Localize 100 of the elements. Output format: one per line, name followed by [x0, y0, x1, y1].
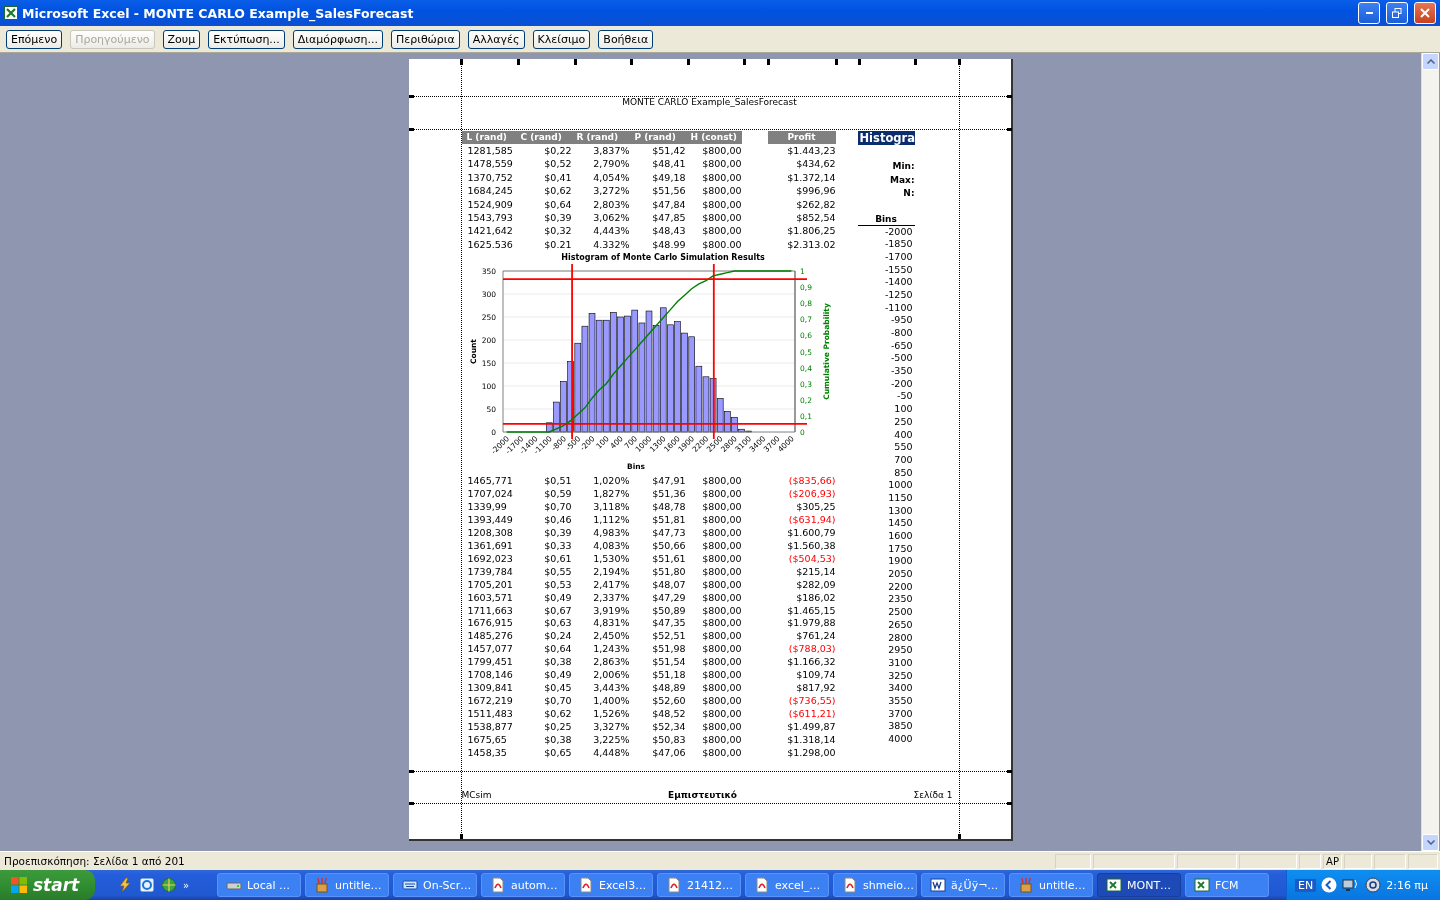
table-cell-text: $761,24 [795, 630, 836, 644]
table-cell-text: 3,919% [592, 604, 630, 618]
table-cell-text: -1400 [883, 276, 914, 289]
table-cell-text: $52,34 [651, 720, 686, 734]
table-cell-text: 2200 [887, 580, 914, 594]
page-footer: MCsim [461, 790, 492, 800]
table-cell-text: 3,837% [592, 144, 630, 158]
table-cell-text: $48,78 [651, 501, 686, 514]
page-footer: Σελίδα 1 [913, 790, 953, 800]
table-cell-text: $800,00 [701, 197, 742, 211]
table-cell-text: $51,18 [651, 669, 686, 683]
table-cell-text: 4,448% [592, 746, 630, 760]
table-cell-text: $800,00 [701, 210, 742, 225]
table-cell-text: $51,54 [651, 656, 686, 670]
table-cell-text: $1.318,14 [786, 733, 836, 747]
table-cell-text: 1150 [887, 491, 914, 505]
table-cell-text: 2,790% [592, 157, 630, 171]
table-cell-text: 1799,451 [466, 656, 514, 670]
table-cell-text: $50,89 [651, 604, 686, 618]
table-cell-text: 2,337% [592, 591, 630, 605]
table-cell-text: $51,42 [651, 144, 686, 158]
column-header: P (rand) [629, 131, 686, 144]
table-cell-text: 1672,219 [466, 695, 514, 708]
table-cell-text: $0,38 [543, 733, 572, 747]
table-cell-text: $817,92 [795, 682, 836, 696]
page-header: MONTE CARLO Example_SalesForecast [622, 97, 797, 107]
table-cell-text: $800,00 [701, 184, 742, 198]
table-cell-text: 1,827% [592, 488, 630, 501]
window-title: Microsoft Excel - MONTE CARLO Example_SalesForecast [22, 5, 415, 21]
table-cell-text: $0,41 [543, 170, 572, 185]
table-cell-text: $50,66 [651, 539, 686, 553]
table-cell-text: 1370,752 [466, 170, 514, 185]
table-cell-text: $0,62 [543, 184, 572, 198]
table-cell-text: -350 [889, 365, 914, 378]
table-cell-text: 4,983% [592, 526, 630, 540]
table-cell-text: 400 [893, 428, 914, 442]
table-cell-text: $800,00 [701, 157, 742, 171]
table-cell-text: $0,52 [543, 157, 572, 171]
table-cell-text: $800,00 [701, 565, 742, 579]
table-cell-text: $282,09 [795, 578, 836, 592]
table-cell-text: $800,00 [701, 604, 742, 618]
table-cell-text: 3,272% [592, 184, 630, 198]
status-text: Προεπισκόπηση: Σελίδα 1 από 201 [4, 855, 186, 867]
table-cell-text: $52,51 [651, 630, 686, 644]
table-cell-text: 3,062% [592, 210, 630, 225]
table-cell-text: 2950 [887, 644, 914, 657]
column-header: C (rand) [515, 131, 572, 144]
panel-title: Histogra [857, 131, 915, 145]
table-cell-text: 1457,077 [466, 643, 514, 657]
table-cell-text: 2,803% [592, 197, 630, 211]
table-cell-text: $0,64 [543, 643, 572, 657]
table-cell-text: $109,74 [795, 669, 836, 683]
table-cell-text: -200 [889, 377, 914, 391]
table-cell-text: 1900 [887, 555, 914, 569]
table-cell-text: 1684,245 [466, 184, 514, 198]
table-cell-text: 850 [893, 466, 914, 480]
chart-title: Histogram of Monte Carlo Simulation Results [560, 253, 765, 263]
table-cell-text: 1465,771 [466, 475, 514, 489]
table-cell-text: 1708,146 [466, 669, 514, 683]
table-cell-text: $1.560,38 [786, 539, 836, 553]
table-cell-text: $0,49 [543, 591, 572, 605]
table-cell-text: $0,53 [543, 578, 572, 592]
table-cell-text: 1339,99 [466, 501, 508, 514]
table-cell-text: 1450 [887, 517, 914, 530]
table-cell-text: 1692,023 [466, 552, 514, 566]
table-cell-text: 1711,663 [466, 604, 514, 618]
table-cell-text: $0,46 [543, 513, 572, 527]
table-cell-text: -1250 [883, 288, 914, 302]
table-cell-text: $51,80 [651, 565, 686, 579]
table-cell-text: 1485,276 [466, 630, 514, 644]
table-cell-text: $1.465,15 [786, 604, 836, 618]
table-cell-text: 4,443% [592, 224, 630, 238]
table-cell-text: $0,67 [543, 604, 572, 618]
table-cell-text: $0,55 [543, 565, 572, 579]
table-cell-text: $1.979,88 [786, 617, 836, 631]
table-cell-text: 2,006% [592, 669, 630, 683]
table-cell-text: 1625.536 [466, 237, 514, 252]
table-cell-text: $800,00 [701, 578, 742, 592]
table-cell-text: $800,00 [701, 630, 742, 644]
table-cell-text: $48,89 [651, 682, 686, 696]
table-cell-text: 4000 [887, 733, 914, 746]
table-cell-text: $51,61 [651, 552, 686, 566]
table-cell-text: $800,00 [701, 643, 742, 657]
table-cell-text: $800,00 [701, 682, 742, 696]
table-cell-text: $215,14 [795, 565, 836, 579]
table-cell-text: 1458,35 [466, 746, 508, 760]
table-cell-text: 550 [893, 441, 914, 454]
table-cell-text: $0,32 [543, 224, 572, 238]
table-cell-text: 1603,571 [466, 591, 514, 605]
table-cell-text: $1.372,14 [786, 170, 836, 185]
table-cell-text: 1421,642 [466, 224, 514, 238]
table-cell-text: ($611,21) [787, 708, 836, 721]
table-cell-text: $262,82 [795, 197, 836, 211]
stat-label: Min: [891, 160, 915, 173]
table-cell-text: $1.443,23 [786, 144, 836, 158]
table-cell-text: 4.332% [592, 237, 630, 252]
table-cell-text: 3,327% [592, 720, 630, 734]
table-cell-text: $47,06 [651, 746, 686, 760]
table-cell-text: $0.21 [543, 237, 572, 252]
table-cell-text: $0,22 [543, 144, 572, 158]
